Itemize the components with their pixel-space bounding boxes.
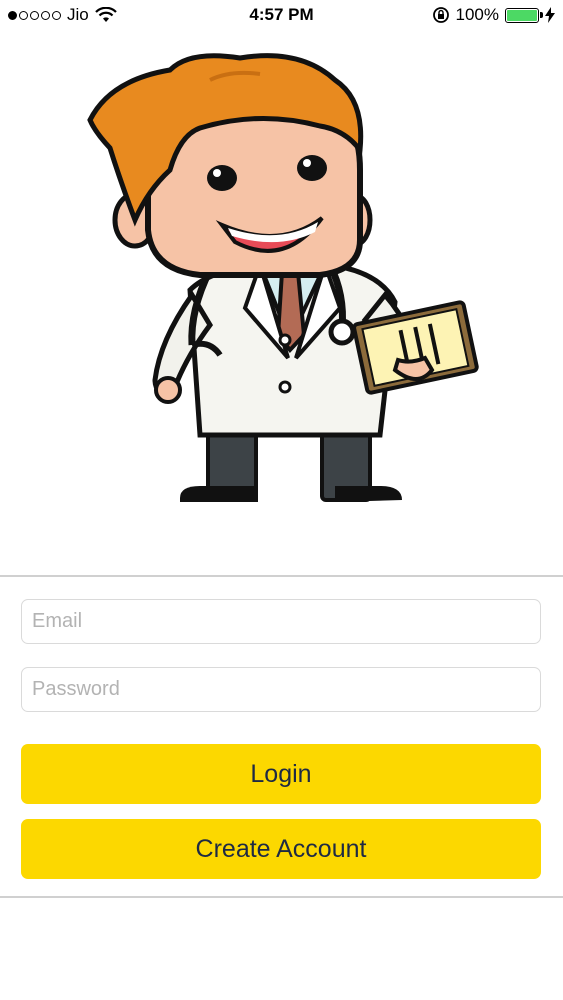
- rotation-lock-icon: [432, 7, 449, 23]
- battery-percent: 100%: [455, 5, 499, 24]
- email-input[interactable]: [21, 599, 541, 644]
- charging-icon: [545, 7, 555, 23]
- doctor-illustration: [87, 53, 479, 502]
- battery-level: [507, 9, 537, 21]
- status-right: 100%: [432, 5, 555, 25]
- battery-icon: [505, 7, 543, 23]
- divider-top: [0, 575, 563, 577]
- create-account-button[interactable]: Create Account: [21, 819, 541, 879]
- password-input[interactable]: [21, 667, 541, 712]
- login-button[interactable]: Login: [21, 744, 541, 804]
- divider-bottom: [0, 896, 563, 898]
- status-bar: Jio 4:57 PM 100%: [0, 0, 563, 32]
